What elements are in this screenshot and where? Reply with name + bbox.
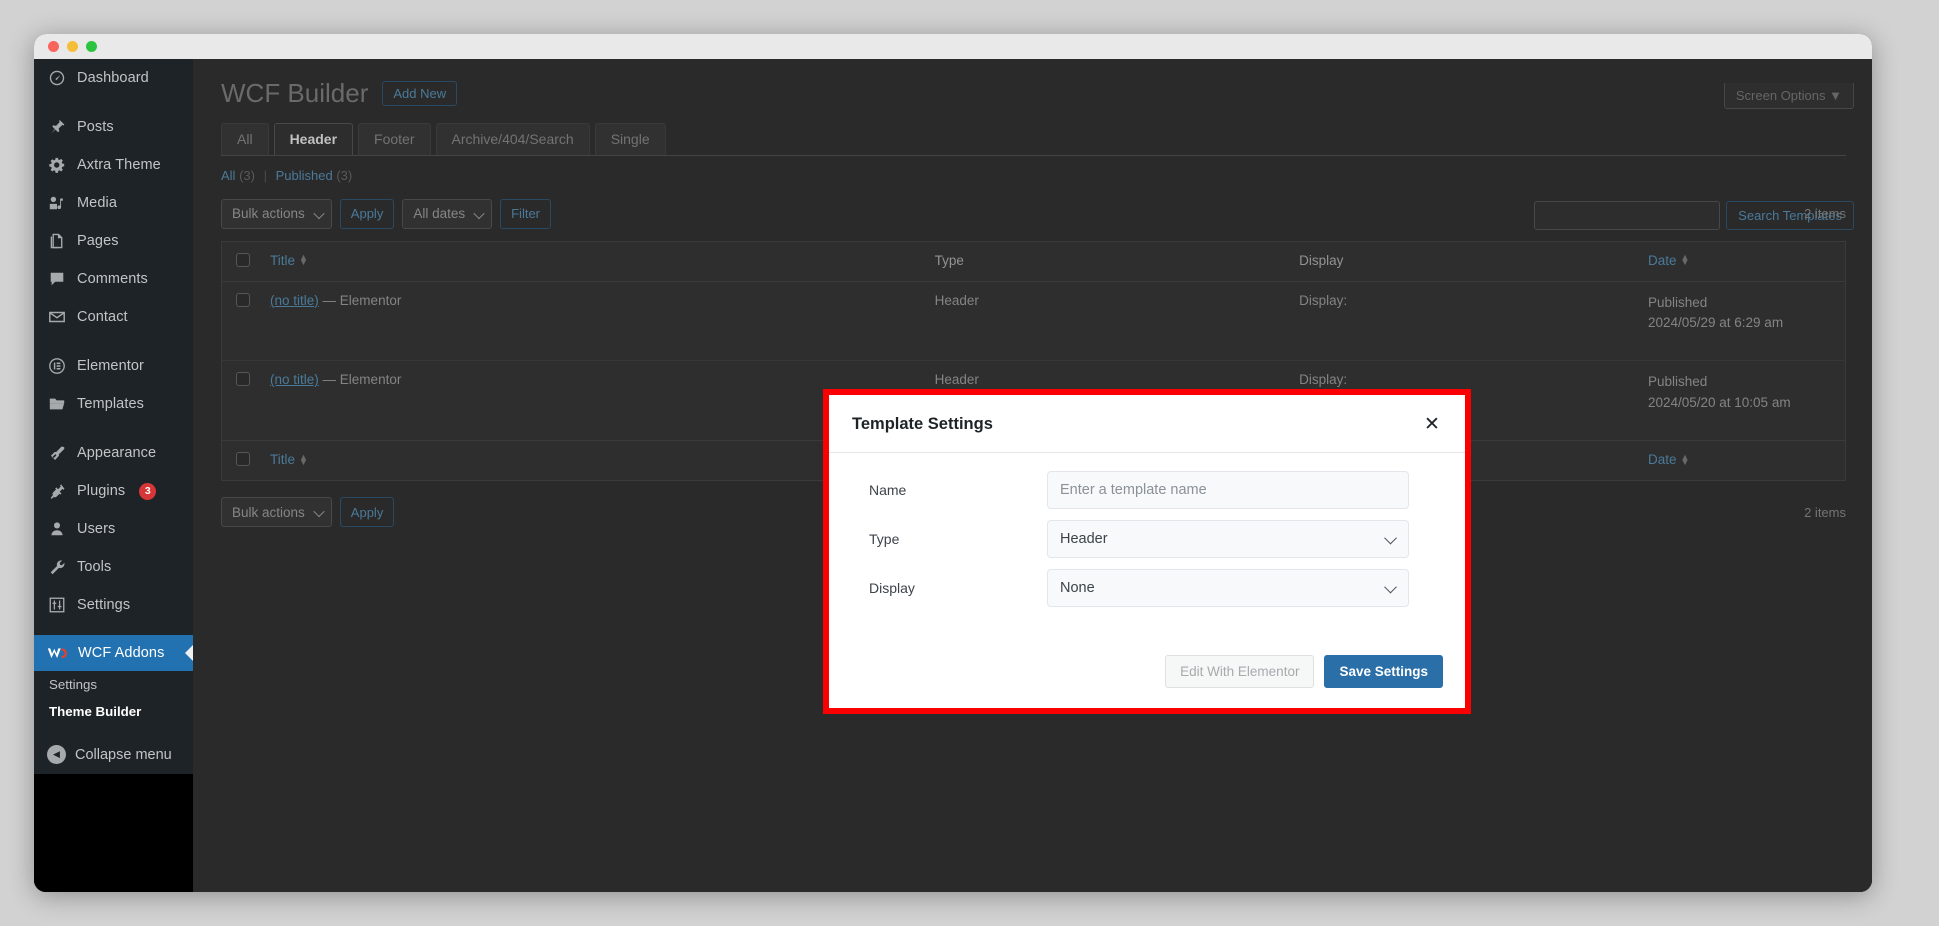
sidebar-separator — [34, 725, 193, 735]
sidebar-item-appearance[interactable]: Appearance — [34, 434, 193, 472]
plugins-update-badge: 3 — [139, 482, 157, 500]
collapse-arrow-icon: ◀ — [47, 745, 66, 764]
dashboard-icon — [47, 68, 67, 88]
sidebar-subitem-theme-builder[interactable]: Theme Builder — [34, 698, 193, 725]
wcf-logo-icon — [47, 645, 68, 661]
sidebar-subitem-label: Settings — [49, 677, 98, 692]
modal-header: Template Settings ✕ — [829, 395, 1465, 453]
modal-body: Name Type Header — [829, 453, 1465, 643]
sidebar-filler — [34, 774, 193, 892]
display-field-control: None — [1047, 569, 1409, 607]
media-icon — [47, 193, 67, 213]
sidebar-item-label: Settings — [77, 597, 131, 613]
sidebar-item-plugins[interactable]: Plugins 3 — [34, 472, 193, 510]
sidebar-item-label: WCF Addons — [78, 645, 165, 661]
sidebar-item-label: Media — [77, 195, 117, 211]
sidebar-item-label: Plugins — [77, 483, 126, 499]
brush-icon — [47, 443, 67, 463]
sidebar-item-settings[interactable]: Settings — [34, 586, 193, 624]
sidebar-item-comments[interactable]: Comments — [34, 260, 193, 298]
pin-icon — [47, 117, 67, 137]
sidebar-item-users[interactable]: Users — [34, 510, 193, 548]
envelope-icon — [47, 307, 67, 327]
sidebar-item-tools[interactable]: Tools — [34, 548, 193, 586]
save-settings-button[interactable]: Save Settings — [1324, 655, 1443, 688]
sidebar-item-label: Appearance — [77, 445, 157, 461]
chevron-down-icon — [1386, 535, 1395, 544]
sidebar-item-wcf-addons[interactable]: WCF Addons — [34, 635, 194, 671]
sidebar-subitem-label: Theme Builder — [49, 704, 142, 719]
template-display-value: None — [1060, 580, 1095, 596]
sidebar-separator — [34, 423, 193, 434]
close-icon[interactable]: ✕ — [1420, 412, 1444, 436]
pages-icon — [47, 231, 67, 251]
sidebar-item-pages[interactable]: Pages — [34, 222, 193, 260]
user-icon — [47, 519, 67, 539]
browser-window: Dashboard Posts Axtra Theme Media Pages … — [34, 34, 1872, 892]
window-maximize-button[interactable] — [86, 41, 97, 52]
sidebar-item-contact[interactable]: Contact — [34, 298, 193, 336]
window-close-button[interactable] — [48, 41, 59, 52]
sidebar-item-label: Pages — [77, 233, 119, 249]
name-field-label: Name — [869, 482, 907, 498]
window-minimize-button[interactable] — [67, 41, 78, 52]
folder-icon — [47, 394, 67, 414]
sidebar-item-label: Axtra Theme — [77, 157, 161, 173]
sidebar-item-axtra-theme[interactable]: Axtra Theme — [34, 146, 193, 184]
sidebar-subitem-settings[interactable]: Settings — [34, 671, 193, 698]
sidebar-item-templates[interactable]: Templates — [34, 385, 193, 423]
sidebar-item-label: Comments — [77, 271, 148, 287]
sidebar-separator — [34, 97, 193, 108]
gear-icon — [47, 155, 67, 175]
sidebar-item-label: Posts — [77, 119, 114, 135]
elementor-icon — [47, 356, 67, 376]
template-name-input[interactable] — [1047, 471, 1409, 509]
collapse-menu-label: Collapse menu — [75, 746, 172, 763]
collapse-menu-button[interactable]: ◀ Collapse menu — [34, 735, 193, 774]
sidebar-item-posts[interactable]: Posts — [34, 108, 193, 146]
window-titlebar — [34, 34, 1872, 59]
template-display-select[interactable]: None — [1047, 569, 1409, 607]
sidebar-item-label: Templates — [77, 396, 144, 412]
sidebar-item-label: Users — [77, 521, 116, 537]
edit-with-elementor-button[interactable]: Edit With Elementor — [1165, 655, 1315, 688]
sidebar-item-label: Tools — [77, 559, 112, 575]
template-type-select[interactable]: Header — [1047, 520, 1409, 558]
type-field-control: Header — [1047, 520, 1409, 558]
wrench-icon — [47, 557, 67, 577]
template-type-value: Header — [1060, 531, 1108, 547]
page-body: Dashboard Posts Axtra Theme Media Pages … — [34, 59, 1872, 892]
sidebar-item-media[interactable]: Media — [34, 184, 193, 222]
field-row-name: Name — [851, 471, 1443, 509]
template-settings-modal: Template Settings ✕ Name Ty — [829, 395, 1465, 708]
modal-footer: Edit With Elementor Save Settings — [829, 643, 1465, 708]
sidebar-separator — [34, 624, 193, 635]
sidebar-separator — [34, 336, 193, 347]
chevron-down-icon — [1386, 584, 1395, 593]
template-settings-modal-highlight: Template Settings ✕ Name Ty — [823, 389, 1471, 714]
field-row-display: Display None — [851, 569, 1443, 607]
modal-title: Template Settings — [852, 414, 993, 433]
sidebar-item-label: Contact — [77, 309, 128, 325]
screenshot-viewport: Dashboard Posts Axtra Theme Media Pages … — [0, 0, 1939, 926]
admin-sidebar: Dashboard Posts Axtra Theme Media Pages … — [34, 59, 194, 892]
sidebar-item-dashboard[interactable]: Dashboard — [34, 59, 193, 97]
sidebar-item-label: Dashboard — [77, 70, 149, 86]
admin-content: Screen Options ▼ WCF Builder Add New All… — [193, 59, 1872, 892]
name-field-control — [1047, 471, 1409, 509]
sidebar-item-elementor[interactable]: Elementor — [34, 347, 193, 385]
display-field-label: Display — [869, 580, 915, 596]
sidebar-item-label: Elementor — [77, 358, 144, 374]
field-row-type: Type Header — [851, 520, 1443, 558]
comment-icon — [47, 269, 67, 289]
plug-icon — [47, 481, 67, 501]
type-field-label: Type — [869, 531, 900, 547]
sliders-icon — [47, 595, 67, 615]
